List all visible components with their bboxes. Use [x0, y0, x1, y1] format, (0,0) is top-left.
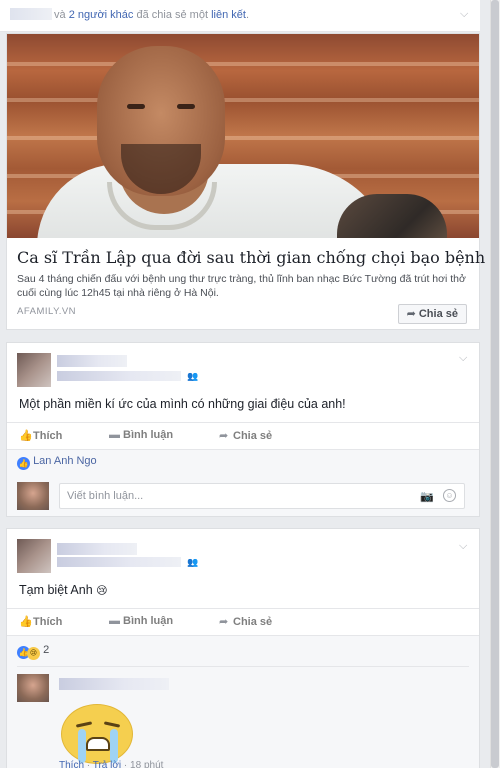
crying-sticker	[61, 704, 133, 764]
article-photo[interactable]	[7, 34, 479, 238]
action-bar: 👍Thích ▬ Bình luận ➦ Chia sẻ	[7, 608, 479, 634]
reaction-summary[interactable]: 👍😢 2	[17, 644, 49, 660]
sad-emoji-icon: 😢	[96, 585, 108, 597]
article-title[interactable]: Ca sĩ Trần Lập qua đời sau thời gian chố…	[17, 248, 485, 267]
post-text: Một phần miền kí ức của mình có những gi…	[19, 397, 346, 411]
others-link[interactable]: 2 người khác	[69, 9, 134, 21]
commenter-avatar[interactable]	[17, 674, 49, 702]
blurred-name	[10, 8, 52, 20]
chevron-down-icon[interactable]: ⌵	[459, 541, 469, 552]
comment-like-link[interactable]: Thích	[59, 760, 84, 768]
link-word[interactable]: liên kết	[211, 9, 246, 21]
comment-reply-link[interactable]: Trả lời	[93, 760, 121, 768]
share-button[interactable]: ➦ Chia sẻ	[397, 304, 467, 324]
divider	[17, 666, 469, 667]
thumbs-up-icon: 👍	[19, 430, 33, 442]
post: 👥 ⌵ Một phần miền kí ức của mình có nhữn…	[6, 342, 480, 517]
blurred-author-name[interactable]	[57, 543, 137, 555]
chevron-down-icon[interactable]: ⌵	[459, 353, 469, 364]
camera-icon[interactable]: 📷	[420, 490, 434, 503]
friends-icon[interactable]: 👥	[187, 371, 198, 382]
post: 👥 ⌵ Tạm biệt Anh 😢 👍Thích ▬ Bình luận ➦ Ch…	[6, 528, 480, 768]
current-user-avatar	[17, 482, 49, 510]
share-header: và 2 người khác đã chia sẻ một liên kết.…	[0, 0, 480, 32]
link-preview-card[interactable]: Ca sĩ Trần Lập qua đời sau thời gian chố…	[6, 33, 485, 330]
like-button[interactable]: 👍Thích	[19, 429, 62, 442]
article-domain: AFAMILY.VN	[17, 306, 77, 317]
liker-name[interactable]: Lan Anh Ngo	[33, 455, 97, 467]
post-text: Tạm biệt Anh 😢	[19, 583, 108, 597]
share-arrow-icon: ➦	[219, 430, 229, 442]
emoji-icon[interactable]: ☺	[443, 489, 456, 502]
sad-reaction-icon: 😢	[27, 647, 40, 660]
friends-icon[interactable]: 👥	[187, 557, 198, 568]
comment-meta: Thích · Trả lời · 18 phút	[59, 760, 163, 768]
thumbs-up-icon: 👍	[19, 616, 33, 628]
comment-button[interactable]: ▬ Bình luận	[109, 615, 173, 627]
share-button[interactable]: ➦ Chia sẻ	[219, 429, 272, 442]
scrollbar[interactable]	[490, 0, 500, 768]
share-arrow-icon: ➦	[406, 308, 416, 320]
avatar[interactable]	[17, 539, 51, 573]
chevron-down-icon[interactable]: ⌵	[460, 9, 470, 20]
feedback-area: 👍😢 2 Thích · Trả lời · 18 phút	[7, 635, 479, 768]
comment-icon: ▬	[109, 429, 120, 441]
comment-button[interactable]: ▬ Bình luận	[109, 429, 173, 441]
reaction-count[interactable]: 2	[43, 644, 49, 656]
blurred-timestamp	[57, 371, 181, 381]
blurred-commenter-name[interactable]	[59, 678, 169, 690]
blurred-author-name[interactable]	[57, 355, 127, 367]
article-description: Sau 4 tháng chiến đấu với bệnh ung thư t…	[17, 273, 466, 299]
share-arrow-icon: ➦	[219, 616, 229, 628]
blurred-timestamp	[57, 557, 181, 567]
feedback-area: 👍 Lan Anh Ngo Viết bình luận... 📷 ☺	[7, 449, 479, 516]
scrollbar-thumb[interactable]	[491, 0, 499, 768]
comment-time: 18 phút	[130, 760, 164, 768]
share-button[interactable]: ➦ Chia sẻ	[219, 615, 272, 628]
avatar[interactable]	[17, 353, 51, 387]
like-reaction-icon: 👍	[17, 457, 30, 470]
news-feed: và 2 người khác đã chia sẻ một liên kết.…	[0, 0, 490, 768]
action-bar: 👍Thích ▬ Bình luận ➦ Chia sẻ	[7, 422, 479, 448]
reaction-summary[interactable]: 👍 Lan Anh Ngo	[17, 455, 97, 470]
comment-icon: ▬	[109, 615, 120, 627]
comment-input[interactable]: Viết bình luận... 📷 ☺	[59, 483, 465, 509]
like-button[interactable]: 👍Thích	[19, 615, 62, 628]
